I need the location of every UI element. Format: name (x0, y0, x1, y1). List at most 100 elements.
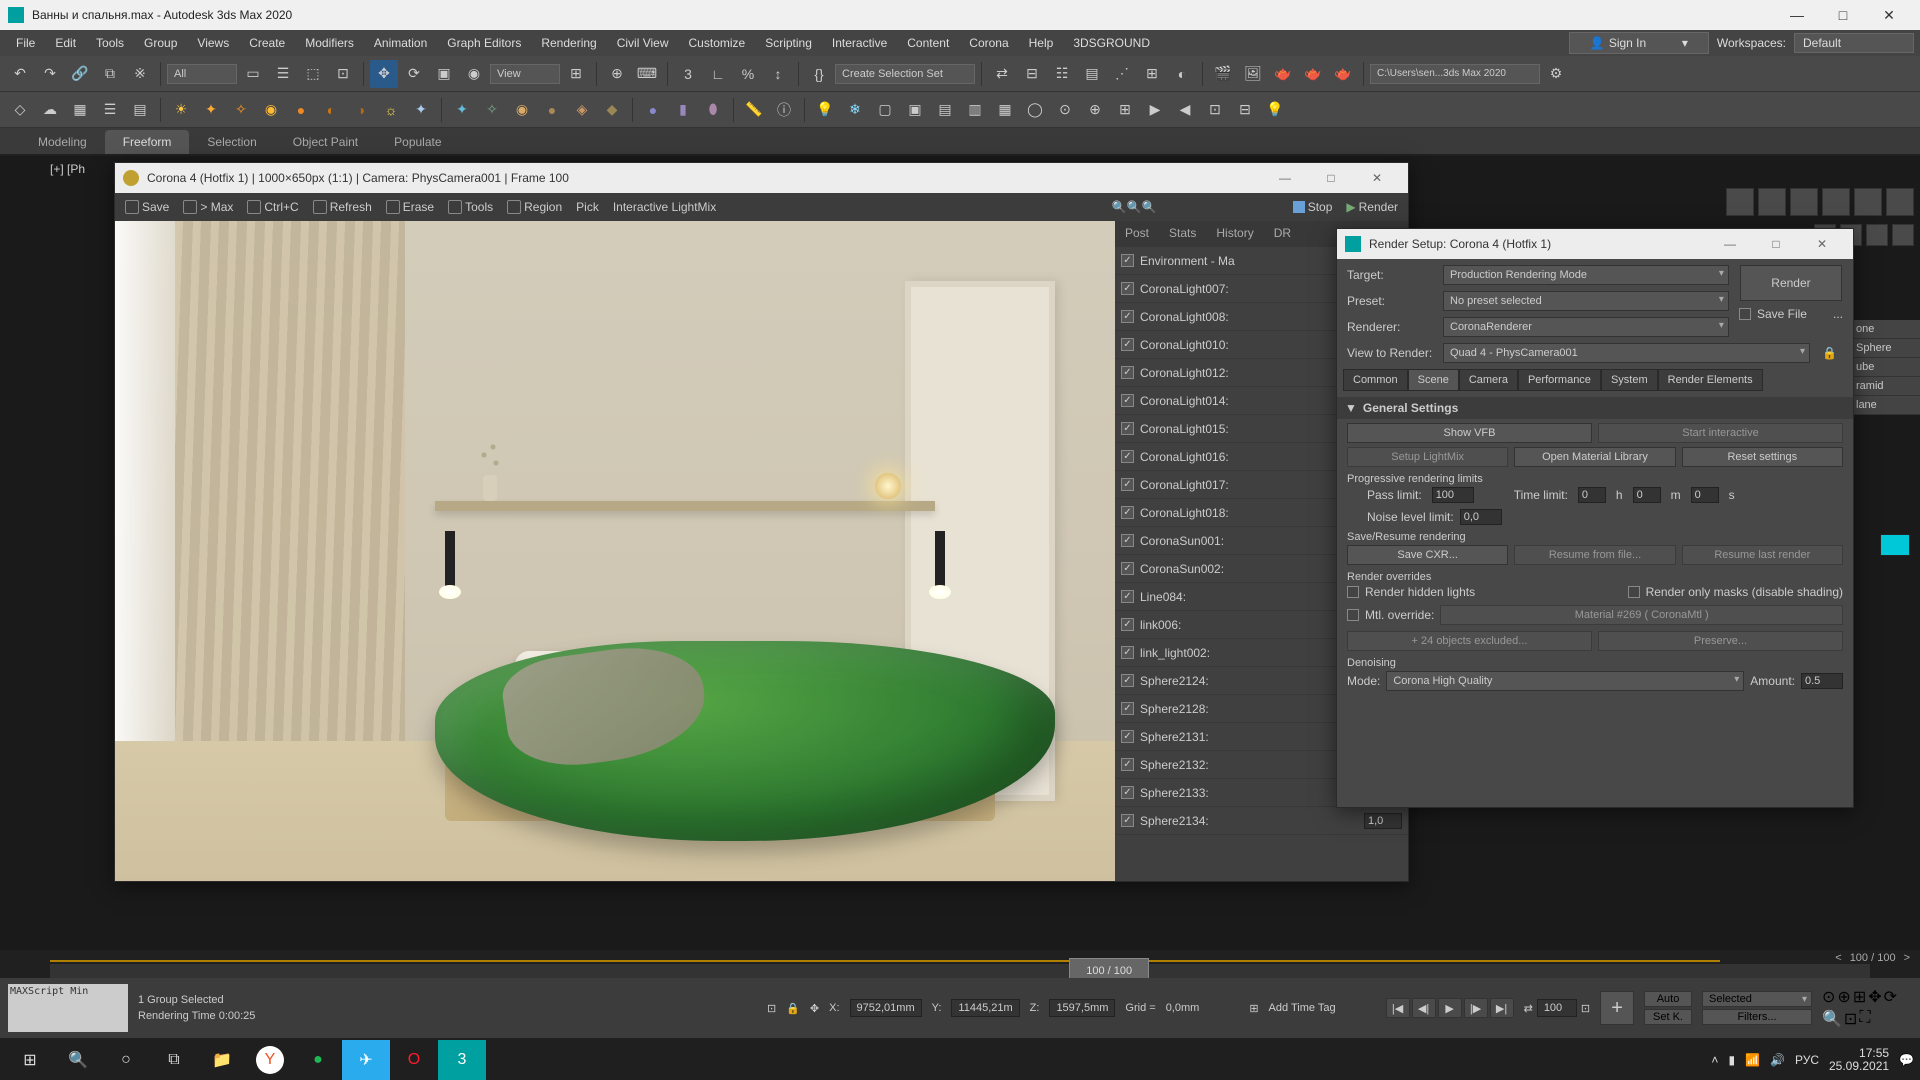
tray-date[interactable]: 25.09.2021 (1829, 1060, 1889, 1073)
taskview-button[interactable]: ⧉ (150, 1040, 198, 1080)
next-frame[interactable]: |▶ (1464, 998, 1488, 1018)
tray-wifi-icon[interactable]: 📶 (1745, 1053, 1760, 1067)
light-checkbox[interactable]: ✓ (1121, 730, 1134, 743)
viewport-label[interactable]: [+] [Ph (50, 162, 85, 176)
reset-settings-button[interactable]: Reset settings (1682, 447, 1843, 467)
telegram-button[interactable]: ✈ (342, 1040, 390, 1080)
time-tag-icon[interactable]: ⊞ (1249, 1002, 1258, 1015)
save-file-checkbox[interactable] (1739, 308, 1751, 320)
menu-tools[interactable]: Tools (86, 32, 134, 54)
menu-modifiers[interactable]: Modifiers (295, 32, 364, 54)
add-key-button[interactable]: + (1600, 991, 1634, 1025)
vfb-tools[interactable]: Tools (442, 197, 499, 217)
light-checkbox[interactable]: ✓ (1121, 674, 1134, 687)
vfb-minimize[interactable]: — (1262, 163, 1308, 193)
maxscript-listener[interactable]: MAXScript Min (8, 984, 128, 1032)
light-sky-icon[interactable]: ◐ (317, 96, 345, 124)
menu-group[interactable]: Group (134, 32, 187, 54)
manipulate-button[interactable]: ⊕ (603, 60, 631, 88)
vfb-region[interactable]: Region (501, 197, 568, 217)
light-area-icon[interactable]: ◑ (347, 96, 375, 124)
render-q2-icon[interactable]: ▣ (901, 96, 929, 124)
resume-file-button[interactable]: Resume from file... (1514, 545, 1675, 565)
edit-named-sel-button[interactable]: {} (805, 60, 833, 88)
setkey-button[interactable]: Set K. (1644, 1009, 1692, 1025)
lock-selection-icon[interactable]: 🔒 (786, 1002, 800, 1015)
light-checkbox[interactable]: ✓ (1121, 366, 1134, 379)
light-checkbox[interactable]: ✓ (1121, 478, 1134, 491)
snap-toggle-button[interactable]: 3 (674, 60, 702, 88)
render-masks-checkbox[interactable] (1628, 586, 1640, 598)
light-checkbox[interactable]: ✓ (1121, 450, 1134, 463)
rs-tab-camera[interactable]: Camera (1459, 369, 1518, 391)
box-icon[interactable]: ▮ (669, 96, 697, 124)
info-icon[interactable]: ⓘ (770, 96, 798, 124)
select-object-button[interactable]: ▭ (239, 60, 267, 88)
vp-nav-7[interactable]: ⊡ (1844, 1009, 1857, 1029)
menu-rendering[interactable]: Rendering (531, 32, 606, 54)
cmd-tab-create[interactable] (1726, 188, 1754, 216)
primitive-sphere[interactable]: Sphere (1850, 339, 1920, 358)
cmd-tab-display[interactable] (1854, 188, 1882, 216)
render-button[interactable]: 🫖 (1269, 60, 1297, 88)
render-q11-icon[interactable]: ◀ (1171, 96, 1199, 124)
ribbon-tab-selection[interactable]: Selection (189, 130, 274, 154)
light-checkbox[interactable]: ✓ (1121, 590, 1134, 603)
vp-nav-2[interactable]: ⊕ (1837, 987, 1850, 1007)
time-config-icon[interactable]: ⊡ (1581, 1002, 1590, 1015)
grid-icon[interactable]: ▦ (66, 96, 94, 124)
coords-icon[interactable]: ✥ (810, 1002, 819, 1015)
autokey-button[interactable]: Auto (1644, 991, 1692, 1007)
ribbon-tab-modeling[interactable]: Modeling (20, 130, 105, 154)
current-frame-input[interactable]: 100 (1537, 999, 1577, 1017)
primitive-plane[interactable]: lane (1850, 396, 1920, 415)
light-checkbox[interactable]: ✓ (1121, 338, 1134, 351)
light-checkbox[interactable]: ✓ (1121, 254, 1134, 267)
cyl-icon[interactable]: ⬮ (699, 96, 727, 124)
vfb-erase[interactable]: Erase (380, 197, 440, 217)
tray-language[interactable]: РУС (1795, 1053, 1819, 1067)
vfb-save[interactable]: Save (119, 197, 175, 217)
cmd-sub-lights[interactable] (1866, 224, 1888, 246)
light-checkbox[interactable]: ✓ (1121, 618, 1134, 631)
menu-3dsground[interactable]: 3DSGROUND (1063, 32, 1160, 54)
rotate-button[interactable]: ⟳ (400, 60, 428, 88)
render-q1-icon[interactable]: ▢ (871, 96, 899, 124)
add-time-tag[interactable]: Add Time Tag (1269, 1002, 1336, 1014)
redo-button[interactable]: ↷ (36, 60, 64, 88)
lock-view-button[interactable]: 🔒 (1816, 346, 1843, 360)
render-q5-icon[interactable]: ▦ (991, 96, 1019, 124)
rs-tab-common[interactable]: Common (1343, 369, 1408, 391)
cmd-sub-cameras[interactable] (1892, 224, 1914, 246)
cortana-button[interactable]: ○ (102, 1040, 150, 1080)
menu-customize[interactable]: Customize (679, 32, 756, 54)
vp-nav-8[interactable]: ⛶ (1859, 1009, 1870, 1029)
vfb-pick[interactable]: Pick (570, 197, 605, 217)
save-cxr-button[interactable]: Save CXR... (1347, 545, 1508, 565)
cmd-tab-hierarchy[interactable] (1790, 188, 1818, 216)
rendered-frame-button[interactable]: 🖼 (1239, 60, 1267, 88)
explorer-button[interactable]: 📁 (198, 1040, 246, 1080)
vfb-tab-stats[interactable]: Stats (1159, 221, 1206, 247)
select-region-button[interactable]: ⬚ (299, 60, 327, 88)
vfb-stop[interactable]: Stop (1287, 197, 1339, 217)
noiselimit-input[interactable]: 0,0 (1460, 509, 1502, 525)
vfb-tab-history[interactable]: History (1206, 221, 1263, 247)
menu-animation[interactable]: Animation (364, 32, 437, 54)
key-filters-button[interactable]: Filters... (1702, 1009, 1812, 1025)
render-q3-icon[interactable]: ▤ (931, 96, 959, 124)
menu-edit[interactable]: Edit (45, 32, 86, 54)
menu-scripting[interactable]: Scripting (755, 32, 822, 54)
named-selection-dropdown[interactable]: Create Selection Set (835, 64, 975, 84)
tray-battery-icon[interactable]: ▮ (1728, 1053, 1735, 1067)
nav-next[interactable]: > (1904, 952, 1910, 964)
timelimit-h-input[interactable]: 0 (1578, 487, 1606, 503)
rs-titlebar[interactable]: Render Setup: Corona 4 (Hotfix 1) — □ ✕ (1337, 229, 1853, 259)
light-lister-icon[interactable]: 💡 (811, 96, 839, 124)
select-by-name-button[interactable]: ☰ (269, 60, 297, 88)
light-checkbox[interactable]: ✓ (1121, 786, 1134, 799)
light-include-icon[interactable]: ❄ (841, 96, 869, 124)
track-bar[interactable] (50, 952, 1720, 962)
light-checkbox[interactable]: ✓ (1121, 394, 1134, 407)
general-settings-rollout[interactable]: ▼General Settings (1337, 397, 1853, 419)
